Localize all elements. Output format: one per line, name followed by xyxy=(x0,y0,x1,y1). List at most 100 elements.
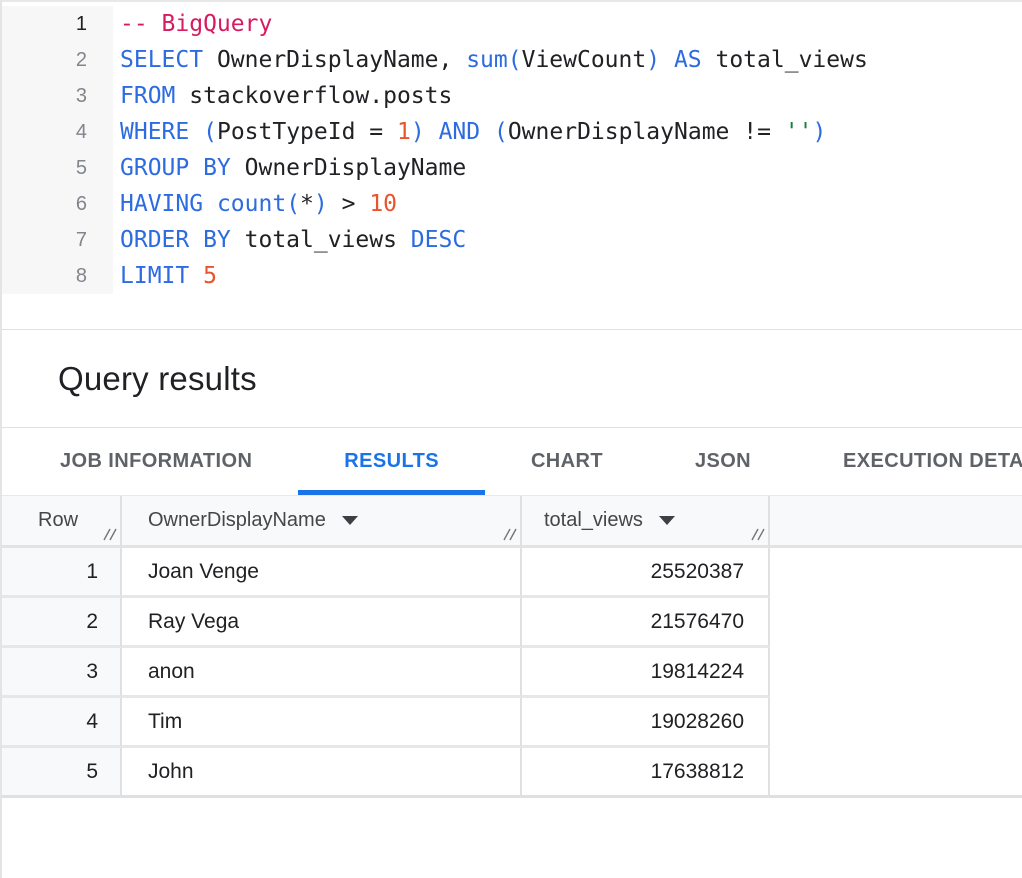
sql-token-id xyxy=(189,119,203,145)
total-views-cell: 19814224 xyxy=(522,648,770,698)
sql-token-id: > xyxy=(328,191,370,217)
line-number: 7 xyxy=(2,222,113,258)
code-text: ORDER BY total_views DESC xyxy=(113,222,466,258)
owner-display-name-cell: Ray Vega xyxy=(122,598,522,648)
results-table: Row OwnerDisplayName total_views 1Joan Ven… xyxy=(2,496,1022,798)
header-filler-cell xyxy=(770,496,1022,548)
code-line: 6HAVING count(*) > 10 xyxy=(2,186,1022,222)
sql-token-id: * xyxy=(300,191,314,217)
column-menu-caret-icon[interactable] xyxy=(342,516,358,525)
tab-json[interactable]: JSON xyxy=(649,428,797,495)
column-header-row: Row xyxy=(2,496,122,548)
code-line: 2SELECT OwnerDisplayName, sum(ViewCount)… xyxy=(2,42,1022,78)
total-views-cell: 25520387 xyxy=(522,548,770,598)
column-header-ownerdisplayname: OwnerDisplayName xyxy=(122,496,522,548)
row-filler-cell xyxy=(770,648,1022,698)
sql-token-kw: ( xyxy=(494,119,508,145)
code-line: 8LIMIT 5 xyxy=(2,258,1022,294)
sql-token-id: total_views xyxy=(231,227,411,253)
code-text: WHERE (PostTypeId = 1) AND (OwnerDisplay… xyxy=(113,114,826,150)
sql-token-kw: AND xyxy=(439,119,481,145)
row-filler-cell xyxy=(770,598,1022,648)
column-header-label: total_views xyxy=(544,509,643,532)
bigquery-results-panel: 1-- BigQuery2SELECT OwnerDisplayName, su… xyxy=(0,0,1022,878)
sql-token-id: ViewCount xyxy=(522,47,647,73)
tab-job-information[interactable]: JOB INFORMATION xyxy=(14,428,298,495)
tab-execution-details[interactable]: EXECUTION DETAILS xyxy=(797,428,1022,495)
tab-label: CHART xyxy=(531,450,603,473)
sql-token-id: total_views xyxy=(702,47,868,73)
sql-token-id xyxy=(660,47,674,73)
sql-token-id: stackoverflow.posts xyxy=(175,83,452,109)
sql-token-id xyxy=(203,191,217,217)
sql-token-kw: ( xyxy=(203,119,217,145)
code-text: SELECT OwnerDisplayName, sum(ViewCount) … xyxy=(113,42,868,78)
sql-token-kw: SELECT xyxy=(120,47,203,73)
column-resize-handle-icon[interactable] xyxy=(102,527,117,542)
page-title: Query results xyxy=(58,360,257,398)
line-number: 6 xyxy=(2,186,113,222)
code-line: 5GROUP BY OwnerDisplayName xyxy=(2,150,1022,186)
table-row: 2Ray Vega21576470 xyxy=(2,598,1022,648)
sql-token-id xyxy=(425,119,439,145)
row-filler-cell xyxy=(770,698,1022,748)
line-number: 4 xyxy=(2,114,113,150)
tab-results[interactable]: RESULTS xyxy=(298,428,485,495)
column-menu-caret-icon[interactable] xyxy=(659,516,675,525)
sql-token-num: 1 xyxy=(397,119,411,145)
query-results-header: Query results xyxy=(2,330,1022,428)
table-body: 1Joan Venge255203872Ray Vega215764703ano… xyxy=(2,548,1022,798)
sql-editor[interactable]: 1 -- BigQuery 2SELECT OwnerDisplayName, su… xyxy=(2,0,1022,330)
code-text: LIMIT 5 xyxy=(113,258,217,294)
sql-token-id: OwnerDisplayName, xyxy=(203,47,466,73)
code-line: 7ORDER BY total_views DESC xyxy=(2,222,1022,258)
owner-display-name-cell: John xyxy=(122,748,522,795)
column-header-total_views: total_views xyxy=(522,496,770,548)
total-views-cell: 17638812 xyxy=(522,748,770,795)
line-number: 2 xyxy=(2,42,113,78)
table-row: 1Joan Venge25520387 xyxy=(2,548,1022,598)
sql-token-kw: HAVING xyxy=(120,191,203,217)
sql-token-id xyxy=(480,119,494,145)
row-filler-cell xyxy=(770,748,1022,795)
line-number: 5 xyxy=(2,150,113,186)
line-number: 3 xyxy=(2,78,113,114)
owner-display-name-cell: anon xyxy=(122,648,522,698)
total-views-cell: 21576470 xyxy=(522,598,770,648)
tab-label: JSON xyxy=(695,450,751,473)
total-views-cell: 19028260 xyxy=(522,698,770,748)
sql-token-kw: GROUP BY xyxy=(120,155,231,181)
code-text: GROUP BY OwnerDisplayName xyxy=(113,150,466,186)
sql-token-kw: AS xyxy=(674,47,702,73)
row-number-cell: 4 xyxy=(2,698,122,748)
sql-token-id xyxy=(189,263,203,289)
table-row: 3anon19814224 xyxy=(2,648,1022,698)
sql-token-comment: -- BigQuery xyxy=(120,11,272,37)
code-lines: 1 -- BigQuery 2SELECT OwnerDisplayName, su… xyxy=(2,2,1022,294)
sql-token-id: PostTypeId = xyxy=(217,119,397,145)
code-text: -- BigQuery xyxy=(113,6,272,42)
tab-label: EXECUTION DETAILS xyxy=(843,450,1022,473)
sql-token-kw: FROM xyxy=(120,83,175,109)
results-tab-bar: JOB INFORMATIONRESULTS CHART JSON EXECUTION… xyxy=(2,428,1022,496)
code-line: 1 -- BigQuery xyxy=(2,6,1022,42)
sql-token-kw: ORDER BY xyxy=(120,227,231,253)
owner-display-name-cell: Tim xyxy=(122,698,522,748)
tab-chart[interactable]: CHART xyxy=(485,428,649,495)
sql-token-kw: ) xyxy=(411,119,425,145)
sql-token-kw: ) xyxy=(646,47,660,73)
code-line: 3FROM stackoverflow.posts xyxy=(2,78,1022,114)
sql-token-kw: count( xyxy=(217,191,300,217)
sql-token-kw: LIMIT xyxy=(120,263,189,289)
table-header-row: Row OwnerDisplayName total_views xyxy=(2,496,1022,548)
code-text: FROM stackoverflow.posts xyxy=(113,78,452,114)
column-resize-handle-icon[interactable] xyxy=(502,527,517,542)
row-number-cell: 3 xyxy=(2,648,122,698)
row-number-cell: 2 xyxy=(2,598,122,648)
column-header-label: OwnerDisplayName xyxy=(148,509,326,532)
sql-token-kw: ) xyxy=(812,119,826,145)
row-number-cell: 1 xyxy=(2,548,122,598)
column-resize-handle-icon[interactable] xyxy=(750,527,765,542)
line-number: 1 xyxy=(2,6,113,42)
sql-token-id: OwnerDisplayName xyxy=(231,155,466,181)
